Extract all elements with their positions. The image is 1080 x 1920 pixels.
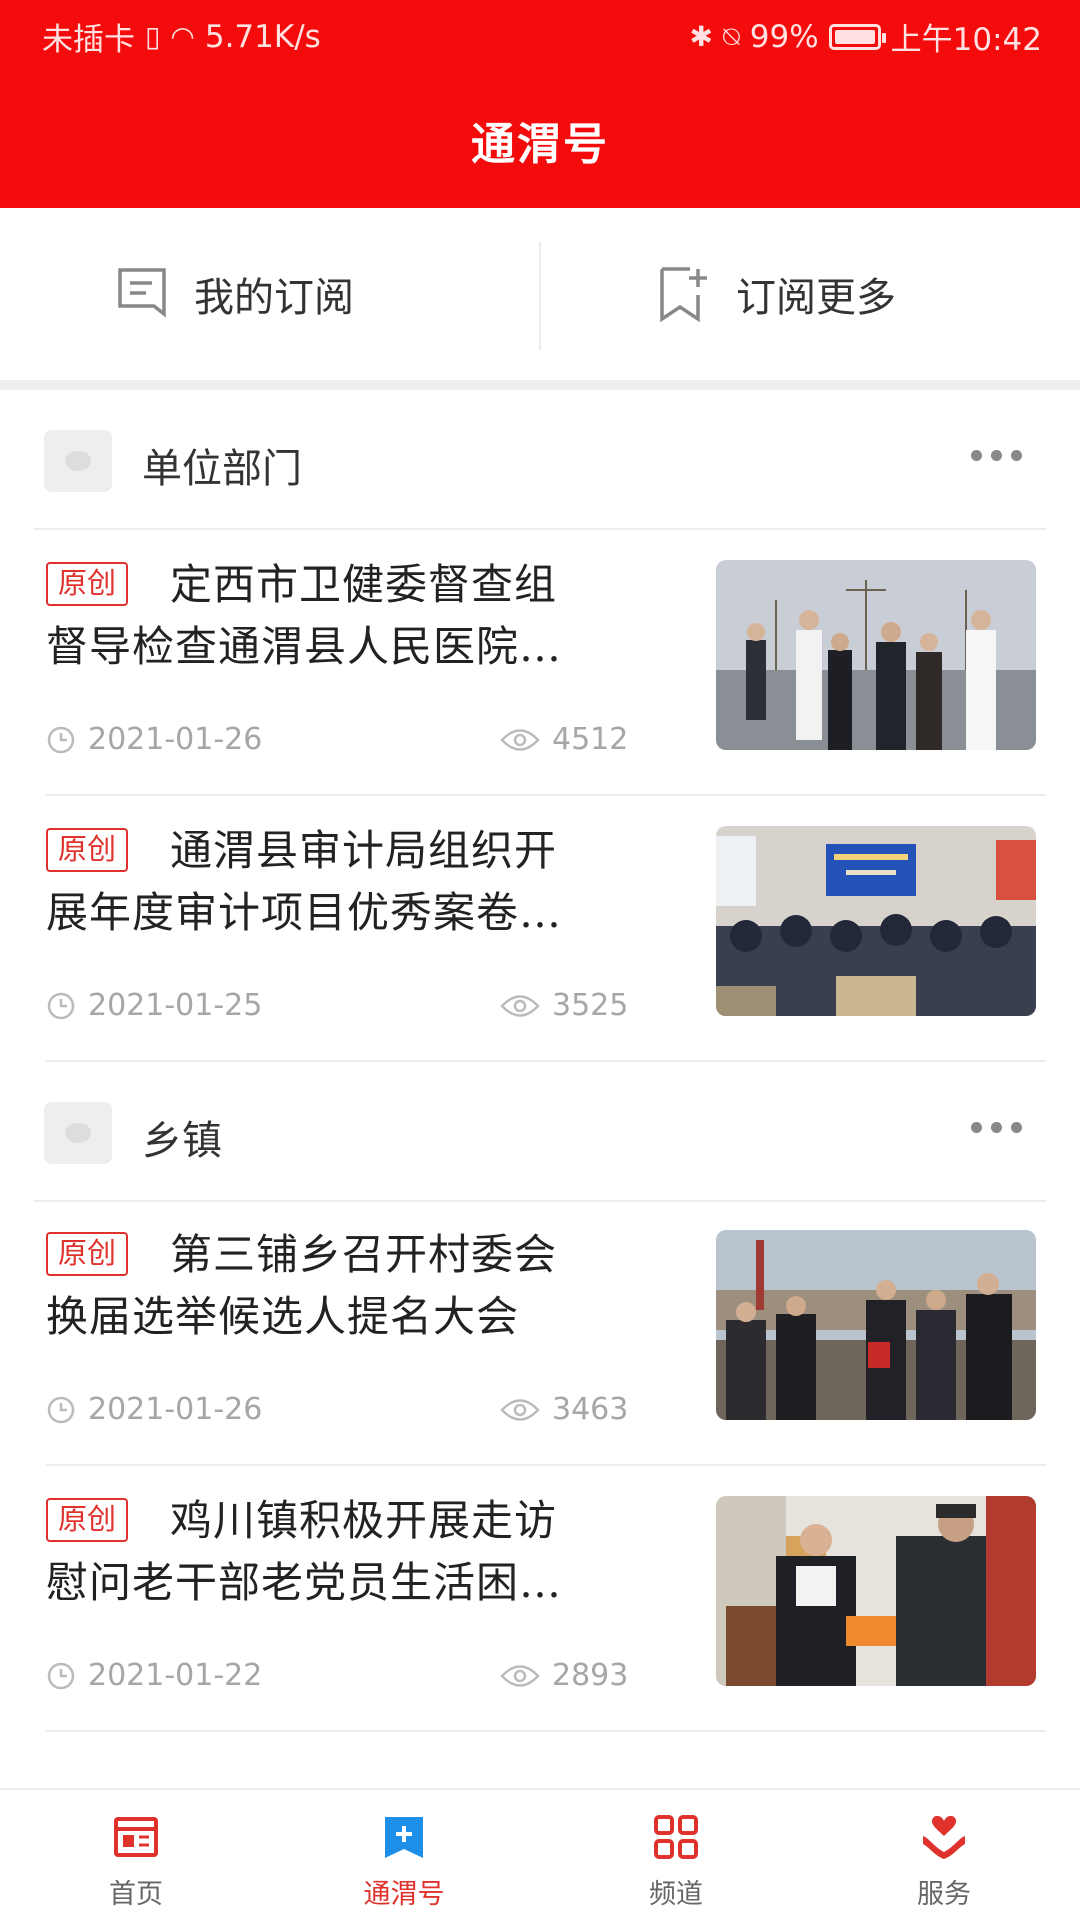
more-options-icon[interactable]: [971, 450, 1022, 461]
article-item[interactable]: 原创 通渭县审计局组织开 展年度审计项目优秀案卷… 2021-01-25 3525: [0, 796, 1080, 1062]
divider: [539, 242, 541, 350]
article-item[interactable]: 原创 定西市卫健委督查组 督导检查通渭县人民医院… 2021-01-26 4512: [0, 530, 1080, 796]
my-subscription-button[interactable]: 我的订阅: [116, 208, 354, 380]
section-gap: [0, 380, 1080, 390]
original-badge: 原创: [46, 1498, 129, 1542]
article-title: 原创 第三铺乡召开村委会 换届选举候选人提名大会: [46, 1230, 558, 1341]
nav-label: 通渭号: [363, 1879, 445, 1910]
article-date: 2021-01-26: [88, 722, 263, 757]
nav-label: 频道: [649, 1879, 703, 1910]
my-subscription-label: 我的订阅: [194, 275, 354, 321]
original-badge: 原创: [46, 1232, 129, 1276]
section-avatar: [44, 1102, 112, 1164]
battery-icon: [828, 23, 886, 50]
original-badge: 原创: [46, 562, 129, 606]
more-options-icon[interactable]: [971, 1122, 1022, 1133]
bookmark-plus-icon: [385, 1817, 423, 1858]
subscribe-more-button[interactable]: 订阅更多: [656, 208, 896, 380]
section-avatar: [44, 430, 112, 492]
article-meta: 2021-01-25 3525: [46, 988, 629, 1028]
eye-icon: [500, 994, 540, 1017]
article-title: 原创 定西市卫健委督查组 督导检查通渭县人民医院…: [46, 560, 563, 671]
section-name: 乡镇: [142, 1118, 222, 1164]
view-count: 3463: [552, 1392, 629, 1427]
article-meta: 2021-01-26 3463: [46, 1392, 629, 1432]
article-date: 2021-01-25: [88, 988, 263, 1023]
sim-icon: ▯: [145, 20, 161, 53]
bookmark-add-icon: [660, 267, 707, 323]
clock-icon: [47, 1396, 75, 1423]
article-item[interactable]: 原创 鸡川镇积极开展走访 慰问老干部老党员生活困… 2021-01-22 2893: [0, 1466, 1080, 1732]
section-name: 单位部门: [142, 446, 302, 492]
article-date: 2021-01-26: [88, 1392, 263, 1427]
nav-channel[interactable]: 频道: [576, 1790, 776, 1920]
view-count: 3525: [552, 988, 629, 1023]
article-title: 原创 鸡川镇积极开展走访 慰问老干部老党员生活困…: [46, 1496, 563, 1607]
bottom-nav: 首页 通渭号 频道 服务: [0, 1788, 1080, 1920]
nav-label: 服务: [917, 1879, 971, 1910]
nav-tongwei[interactable]: 通渭号: [304, 1790, 504, 1920]
wifi-icon: ◠: [170, 20, 195, 53]
article-thumbnail: [716, 1496, 1036, 1686]
article-thumbnail: [716, 826, 1036, 1016]
article-item[interactable]: 原创 第三铺乡召开村委会 换届选举候选人提名大会 2021-01-26 3463: [0, 1200, 1080, 1466]
original-badge: 原创: [46, 828, 129, 872]
article-date: 2021-01-22: [88, 1658, 263, 1693]
nav-home[interactable]: 首页: [36, 1790, 236, 1920]
subscription-bar: 我的订阅 订阅更多: [0, 208, 1080, 380]
eye-icon: [500, 1664, 540, 1687]
view-count: 2893: [552, 1658, 629, 1693]
article-thumbnail: [716, 560, 1036, 750]
app-header: 未插卡 ▯ ◠ 5.71K/s ✱ ⍉ 99% 上午10:42 通渭号: [0, 0, 1080, 208]
clock-time: 上午10:42: [890, 22, 1042, 58]
subscribe-more-label: 订阅更多: [736, 275, 896, 321]
article-meta: 2021-01-26 4512: [46, 722, 629, 762]
page-title: 通渭号: [471, 119, 609, 170]
mute-bell-icon: ⍉: [722, 19, 740, 53]
clock-icon: [47, 1662, 75, 1689]
status-bar: 未插卡 ▯ ◠ 5.71K/s ✱ ⍉ 99% 上午10:42: [0, 0, 1080, 64]
article-thumbnail: [716, 1230, 1036, 1420]
nav-label: 首页: [109, 1879, 163, 1910]
clock-icon: [47, 992, 75, 1019]
article-title: 原创 通渭县审计局组织开 展年度审计项目优秀案卷…: [46, 826, 563, 937]
eye-icon: [500, 1398, 540, 1421]
carrier-text: 未插卡: [42, 22, 135, 58]
section-header-departments[interactable]: 单位部门: [0, 390, 1080, 530]
battery-percent: 99%: [749, 18, 819, 55]
article-meta: 2021-01-22 2893: [46, 1658, 629, 1698]
grid-icon: [654, 1815, 698, 1859]
eye-icon: [500, 728, 540, 751]
network-speed: 5.71K/s: [204, 18, 321, 55]
bluetooth-icon: ✱: [689, 20, 713, 53]
section-header-towns[interactable]: 乡镇: [0, 1062, 1080, 1202]
newspaper-icon: [114, 1817, 158, 1857]
nav-service[interactable]: 服务: [844, 1790, 1044, 1920]
heart-hands-icon: [923, 1815, 965, 1859]
view-count: 4512: [552, 722, 629, 757]
clock-icon: [47, 726, 75, 753]
document-list-icon: [118, 268, 166, 318]
